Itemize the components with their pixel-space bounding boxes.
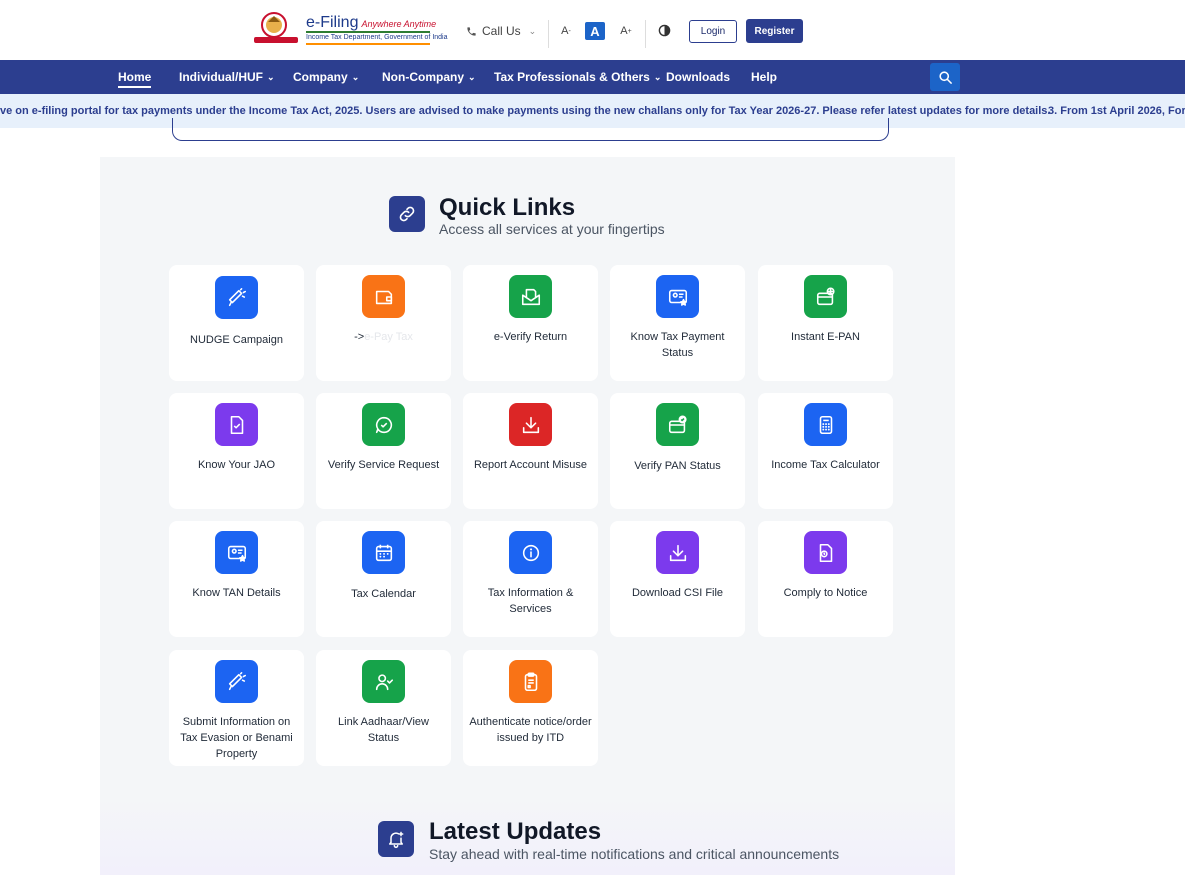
id-card-star-icon bbox=[215, 531, 258, 574]
efiling-logo[interactable]: e-Filing Anywhere Anytime Income Tax Depa… bbox=[252, 11, 448, 49]
quick-link-label: Know Tax Payment Status bbox=[630, 331, 725, 359]
font-decrease-button[interactable]: A- bbox=[556, 22, 576, 40]
quick-link-card[interactable]: Instant E-PAN bbox=[758, 265, 893, 381]
header: e-Filing Anywhere Anytime Income Tax Depa… bbox=[0, 0, 1185, 60]
card-globe-icon bbox=[804, 275, 847, 318]
quick-link-card[interactable]: Authenticate notice/order issued by ITD bbox=[463, 650, 598, 766]
nav-individual-huf[interactable]: Individual/HUF ⌄ bbox=[179, 60, 275, 94]
bell-icon bbox=[378, 821, 414, 857]
download-tray-icon bbox=[656, 531, 699, 574]
quick-link-label: Report Account Misuse bbox=[473, 459, 588, 471]
card-check-icon bbox=[656, 403, 699, 446]
quick-link-card[interactable]: Verify PAN Status bbox=[610, 393, 745, 509]
quick-link-card[interactable]: Know TAN Details bbox=[169, 521, 304, 637]
font-normal-button[interactable]: A bbox=[585, 22, 605, 40]
chevron-down-icon: ⌄ bbox=[351, 71, 360, 82]
quick-link-label: Know Your JAO bbox=[197, 459, 276, 471]
user-check-icon bbox=[362, 660, 405, 703]
nav-home[interactable]: Home bbox=[118, 60, 152, 94]
main-nav: Home Individual/HUF ⌄ Company ⌄ Non-Compan… bbox=[0, 60, 1185, 94]
quick-link-card[interactable]: Download CSI File bbox=[610, 521, 745, 637]
quick-link-card[interactable]: Know Your JAO bbox=[169, 393, 304, 509]
link-icon bbox=[389, 196, 425, 232]
contrast-toggle-icon[interactable] bbox=[658, 24, 672, 38]
brand-rule bbox=[306, 31, 430, 33]
quick-link-label: Verify Service Request bbox=[327, 459, 440, 471]
quick-link-card[interactable]: Income Tax Calculator bbox=[758, 393, 893, 509]
previous-section-box bbox=[172, 118, 889, 141]
header-divider bbox=[645, 20, 646, 48]
nav-company[interactable]: Company ⌄ bbox=[293, 60, 359, 94]
quick-link-label: Download CSI File bbox=[631, 587, 724, 599]
search-button[interactable] bbox=[930, 63, 960, 91]
quick-link-label: Verify PAN Status bbox=[634, 460, 721, 472]
quick-link-card[interactable]: Report Account Misuse bbox=[463, 393, 598, 509]
login-button[interactable]: Login bbox=[689, 20, 737, 43]
envelope-doc-icon bbox=[509, 275, 552, 318]
font-increase-button[interactable]: A + bbox=[616, 22, 636, 40]
quick-link-card[interactable]: Verify Service Request bbox=[316, 393, 451, 509]
quick-link-label: Link Aadhaar/View Status bbox=[338, 716, 429, 744]
quick-link-card[interactable]: Submit Information on Tax Evasion or Ben… bbox=[169, 650, 304, 766]
quick-link-card[interactable]: Comply to Notice bbox=[758, 521, 893, 637]
megaphone-icon bbox=[215, 660, 258, 703]
nav-help[interactable]: Help bbox=[751, 60, 777, 94]
quick-link-card[interactable]: NUDGE Campaign bbox=[169, 265, 304, 381]
quick-link-label: Authenticate notice/order issued by ITD bbox=[469, 716, 592, 744]
id-card-star-icon bbox=[656, 275, 699, 318]
register-button[interactable]: Register bbox=[746, 19, 803, 43]
quick-link-card[interactable]: Link Aadhaar/View Status bbox=[316, 650, 451, 766]
chevron-down-icon: ⌄ bbox=[267, 71, 275, 82]
nav-tax-professionals[interactable]: Tax Professionals & Others ⌄ bbox=[494, 60, 661, 94]
header-divider bbox=[548, 20, 549, 48]
phone-icon bbox=[466, 26, 477, 37]
clipboard-icon bbox=[509, 660, 552, 703]
quick-link-card[interactable]: Tax Calendar bbox=[316, 521, 451, 637]
quick-link-label: Tax Calendar bbox=[351, 588, 416, 600]
chat-check-icon bbox=[362, 403, 405, 446]
info-icon bbox=[509, 531, 552, 574]
ticker-item[interactable]: ve on e-filing portal for tax payments u… bbox=[0, 105, 1050, 117]
quick-link-label: Tax Information & Services bbox=[487, 587, 574, 615]
chevron-down-icon: ⌄ bbox=[653, 71, 662, 82]
nav-downloads[interactable]: Downloads bbox=[666, 60, 730, 94]
doc-clock-icon bbox=[804, 531, 847, 574]
brand-title: e-Filing Anywhere Anytime bbox=[306, 14, 437, 31]
ticker-item[interactable]: 3. From 1st April 2026, Form bbox=[1048, 105, 1185, 117]
quick-link-card[interactable]: ->e-Pay Tax bbox=[316, 265, 451, 381]
quick-link-label: ->e-Pay Tax bbox=[354, 331, 413, 343]
brand-tagline: Anywhere Anytime bbox=[361, 19, 437, 29]
wallet-icon bbox=[362, 275, 405, 318]
calendar-icon bbox=[362, 531, 405, 574]
quick-link-label: NUDGE Campaign bbox=[190, 334, 283, 346]
quick-link-label: Submit Information on Tax Evasion or Ben… bbox=[180, 716, 293, 760]
doc-check-icon bbox=[215, 403, 258, 446]
nav-non-company[interactable]: Non-Company ⌄ bbox=[382, 60, 476, 94]
quick-link-label: Know TAN Details bbox=[192, 587, 281, 599]
megaphone-icon bbox=[215, 276, 258, 319]
quick-link-card[interactable]: Know Tax Payment Status bbox=[610, 265, 745, 381]
call-us-label: Call Us bbox=[482, 24, 521, 38]
chevron-down-icon: ⌄ bbox=[528, 25, 537, 36]
latest-updates-title: Latest Updates bbox=[429, 818, 602, 845]
quick-link-card[interactable]: e-Verify Return bbox=[463, 265, 598, 381]
quick-link-label: Income Tax Calculator bbox=[771, 459, 880, 471]
call-us-dropdown[interactable]: Call Us ⌄ bbox=[466, 24, 536, 38]
quick-link-label: e-Verify Return bbox=[493, 331, 568, 343]
search-icon bbox=[938, 70, 952, 84]
quick-links-title: Quick Links bbox=[439, 194, 576, 221]
quick-link-label: Comply to Notice bbox=[783, 587, 868, 599]
quick-link-label: Instant E-PAN bbox=[791, 331, 860, 343]
quick-links-subtitle: Access all services at your fingertips bbox=[439, 221, 665, 237]
brand-rule-orange bbox=[306, 43, 430, 45]
brand-subtitle: Income Tax Department, Government of Ind… bbox=[306, 34, 448, 41]
emblem-icon bbox=[252, 11, 302, 47]
download-tray-icon bbox=[509, 403, 552, 446]
latest-updates-subtitle: Stay ahead with real-time notifications … bbox=[429, 846, 840, 862]
calculator-icon bbox=[804, 403, 847, 446]
chevron-down-icon: ⌄ bbox=[468, 71, 476, 82]
quick-link-card[interactable]: Tax Information & Services bbox=[463, 521, 598, 637]
